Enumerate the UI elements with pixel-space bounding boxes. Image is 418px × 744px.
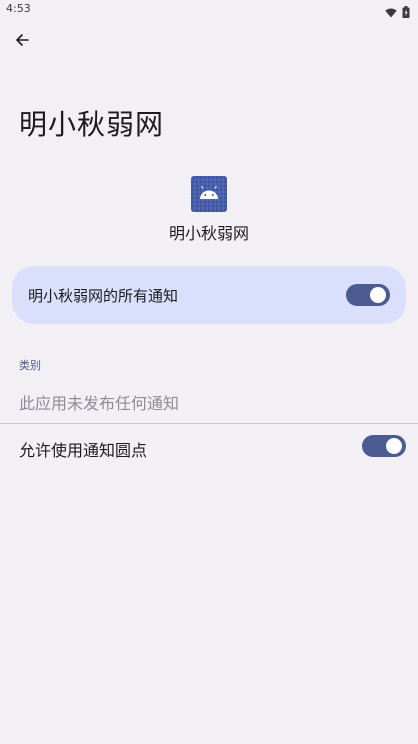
all-notifications-label: 明小秋弱网的所有通知 <box>28 287 179 305</box>
back-button[interactable] <box>8 28 36 56</box>
notification-dot-row[interactable]: 允许使用通知圆点 <box>0 424 418 468</box>
category-header: 类别 <box>19 359 41 372</box>
battery-icon <box>402 3 410 22</box>
arrow-left-icon <box>14 32 30 52</box>
status-icons <box>385 3 410 22</box>
app-name: 明小秋弱网 <box>168 224 249 243</box>
toggle-knob <box>386 438 402 454</box>
status-time: 4:53 <box>6 2 31 15</box>
page-title: 明小秋弱网 <box>19 108 165 141</box>
notification-dot-label: 允许使用通知圆点 <box>19 441 148 460</box>
toggle-knob <box>370 287 386 303</box>
notification-dot-toggle[interactable] <box>362 435 406 457</box>
all-notifications-row[interactable]: 明小秋弱网的所有通知 <box>12 266 406 324</box>
no-notifications-text: 此应用未发布任何通知 <box>19 394 180 413</box>
status-bar: 4:53 <box>0 0 418 18</box>
all-notifications-toggle[interactable] <box>346 284 390 306</box>
android-app-icon <box>191 176 227 212</box>
wifi-icon <box>385 3 397 22</box>
